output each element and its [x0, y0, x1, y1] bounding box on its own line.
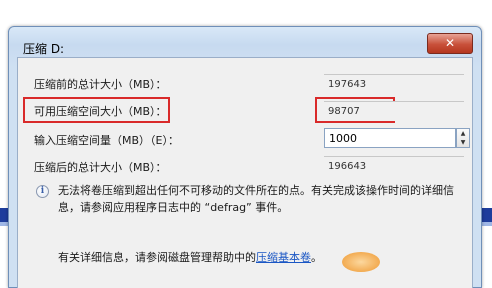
- shrink-amount-input[interactable]: 1000: [324, 128, 456, 148]
- available-space-value: 98707: [324, 101, 464, 121]
- info-icon: i: [36, 185, 49, 198]
- dialog-title: 压缩 D:: [23, 42, 65, 56]
- total-before-value: 197643: [324, 74, 464, 94]
- shrink-amount-spinner[interactable]: ▲ ▼: [456, 128, 470, 148]
- dialog-content: 压缩前的总计大小（MB）： 197643 可用压缩空间大小（MB）： 98707…: [17, 57, 473, 288]
- help-text: 有关详细信息，请参阅磁盘管理帮助中的压缩基本卷。: [58, 249, 322, 265]
- available-space-label: 可用压缩空间大小（MB）：: [34, 105, 167, 118]
- spin-down-icon[interactable]: ▼: [457, 138, 469, 147]
- spin-up-icon[interactable]: ▲: [457, 129, 469, 138]
- close-button[interactable]: ✕: [427, 33, 473, 54]
- total-after-label: 压缩后的总计大小（MB）：: [34, 161, 167, 174]
- shrink-amount-label: 输入压缩空间量（MB）（E）：: [34, 134, 179, 147]
- help-suffix: 。: [311, 251, 322, 264]
- help-link[interactable]: 压缩基本卷: [256, 251, 311, 264]
- shrink-volume-dialog: 压缩 D: ✕ 压缩前的总计大小（MB）： 197643 可用压缩空间大小（MB…: [8, 26, 482, 288]
- total-before-label: 压缩前的总计大小（MB）：: [34, 78, 167, 91]
- dialog-titlebar[interactable]: 压缩 D: ✕: [9, 27, 481, 57]
- info-message: 无法将卷压缩到超出任何不可移动的文件所在的点。有关完成该操作时间的详细信息，请参…: [58, 184, 454, 214]
- total-after-value: 196643: [324, 156, 464, 176]
- help-prefix: 有关详细信息，请参阅磁盘管理帮助中的: [58, 251, 256, 264]
- watermark-blob: [342, 252, 380, 272]
